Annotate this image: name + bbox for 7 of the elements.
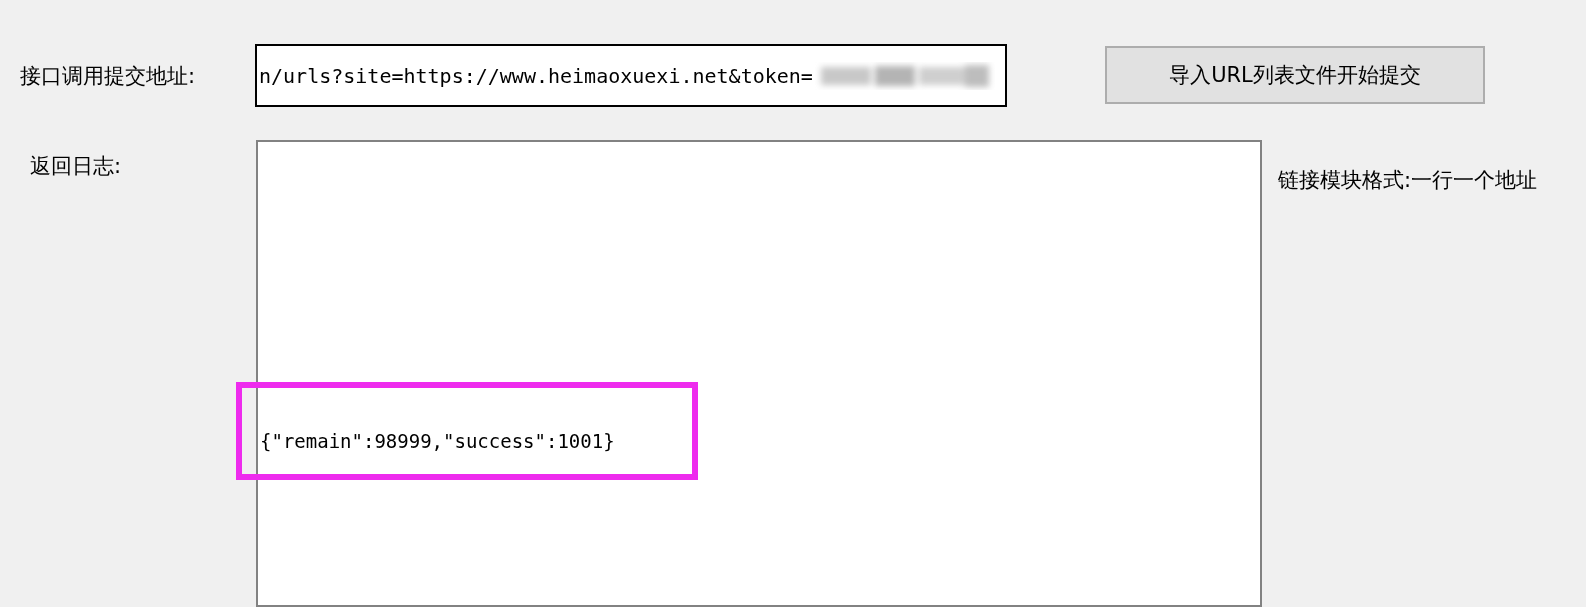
url-label: 接口调用提交地址:	[20, 63, 197, 90]
import-button[interactable]: 导入URL列表文件开始提交	[1105, 46, 1485, 104]
url-field[interactable]: n/urls?site=https://www.heimaoxuexi.net&token=	[255, 44, 1007, 107]
format-hint: 链接模块格式:一行一个地址	[1278, 167, 1538, 194]
log-line: {"remain":98999,"success":1001}	[260, 430, 616, 452]
log-label: 返回日志:	[30, 153, 123, 180]
log-area[interactable]: {"remain":98999,"success":1001}	[256, 140, 1262, 607]
